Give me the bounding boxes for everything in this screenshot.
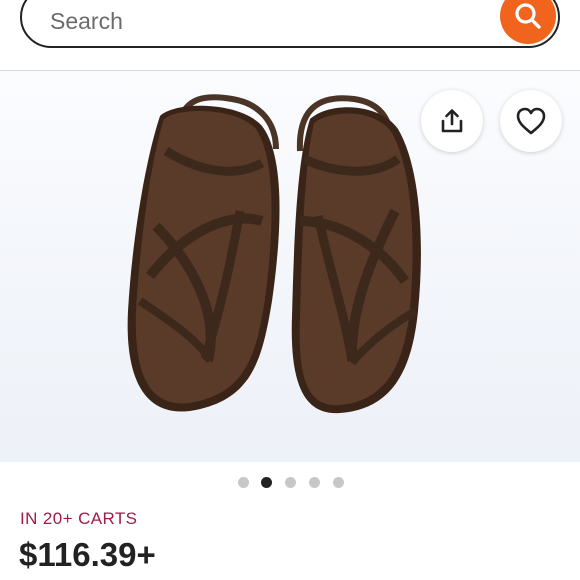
search-button[interactable] bbox=[500, 0, 556, 44]
search-input[interactable] bbox=[48, 4, 452, 38]
carousel-dot[interactable] bbox=[309, 477, 320, 488]
carousel-indicators bbox=[0, 476, 580, 490]
product-image[interactable] bbox=[0, 71, 580, 462]
carts-badge: IN 20+ CARTS bbox=[20, 509, 138, 528]
carousel-dot[interactable] bbox=[285, 477, 296, 488]
carousel-dot[interactable] bbox=[238, 477, 249, 488]
carousel-dot-active[interactable] bbox=[261, 477, 272, 488]
favorite-button[interactable] bbox=[500, 90, 562, 152]
sandals-illustration bbox=[127, 94, 421, 414]
share-icon bbox=[441, 109, 463, 133]
share-button[interactable] bbox=[421, 90, 483, 152]
heart-icon bbox=[516, 107, 546, 135]
search-icon bbox=[515, 3, 541, 29]
product-price: $116.39+ bbox=[19, 536, 156, 573]
carousel-dot[interactable] bbox=[333, 477, 344, 488]
search-bar[interactable] bbox=[20, 0, 560, 48]
